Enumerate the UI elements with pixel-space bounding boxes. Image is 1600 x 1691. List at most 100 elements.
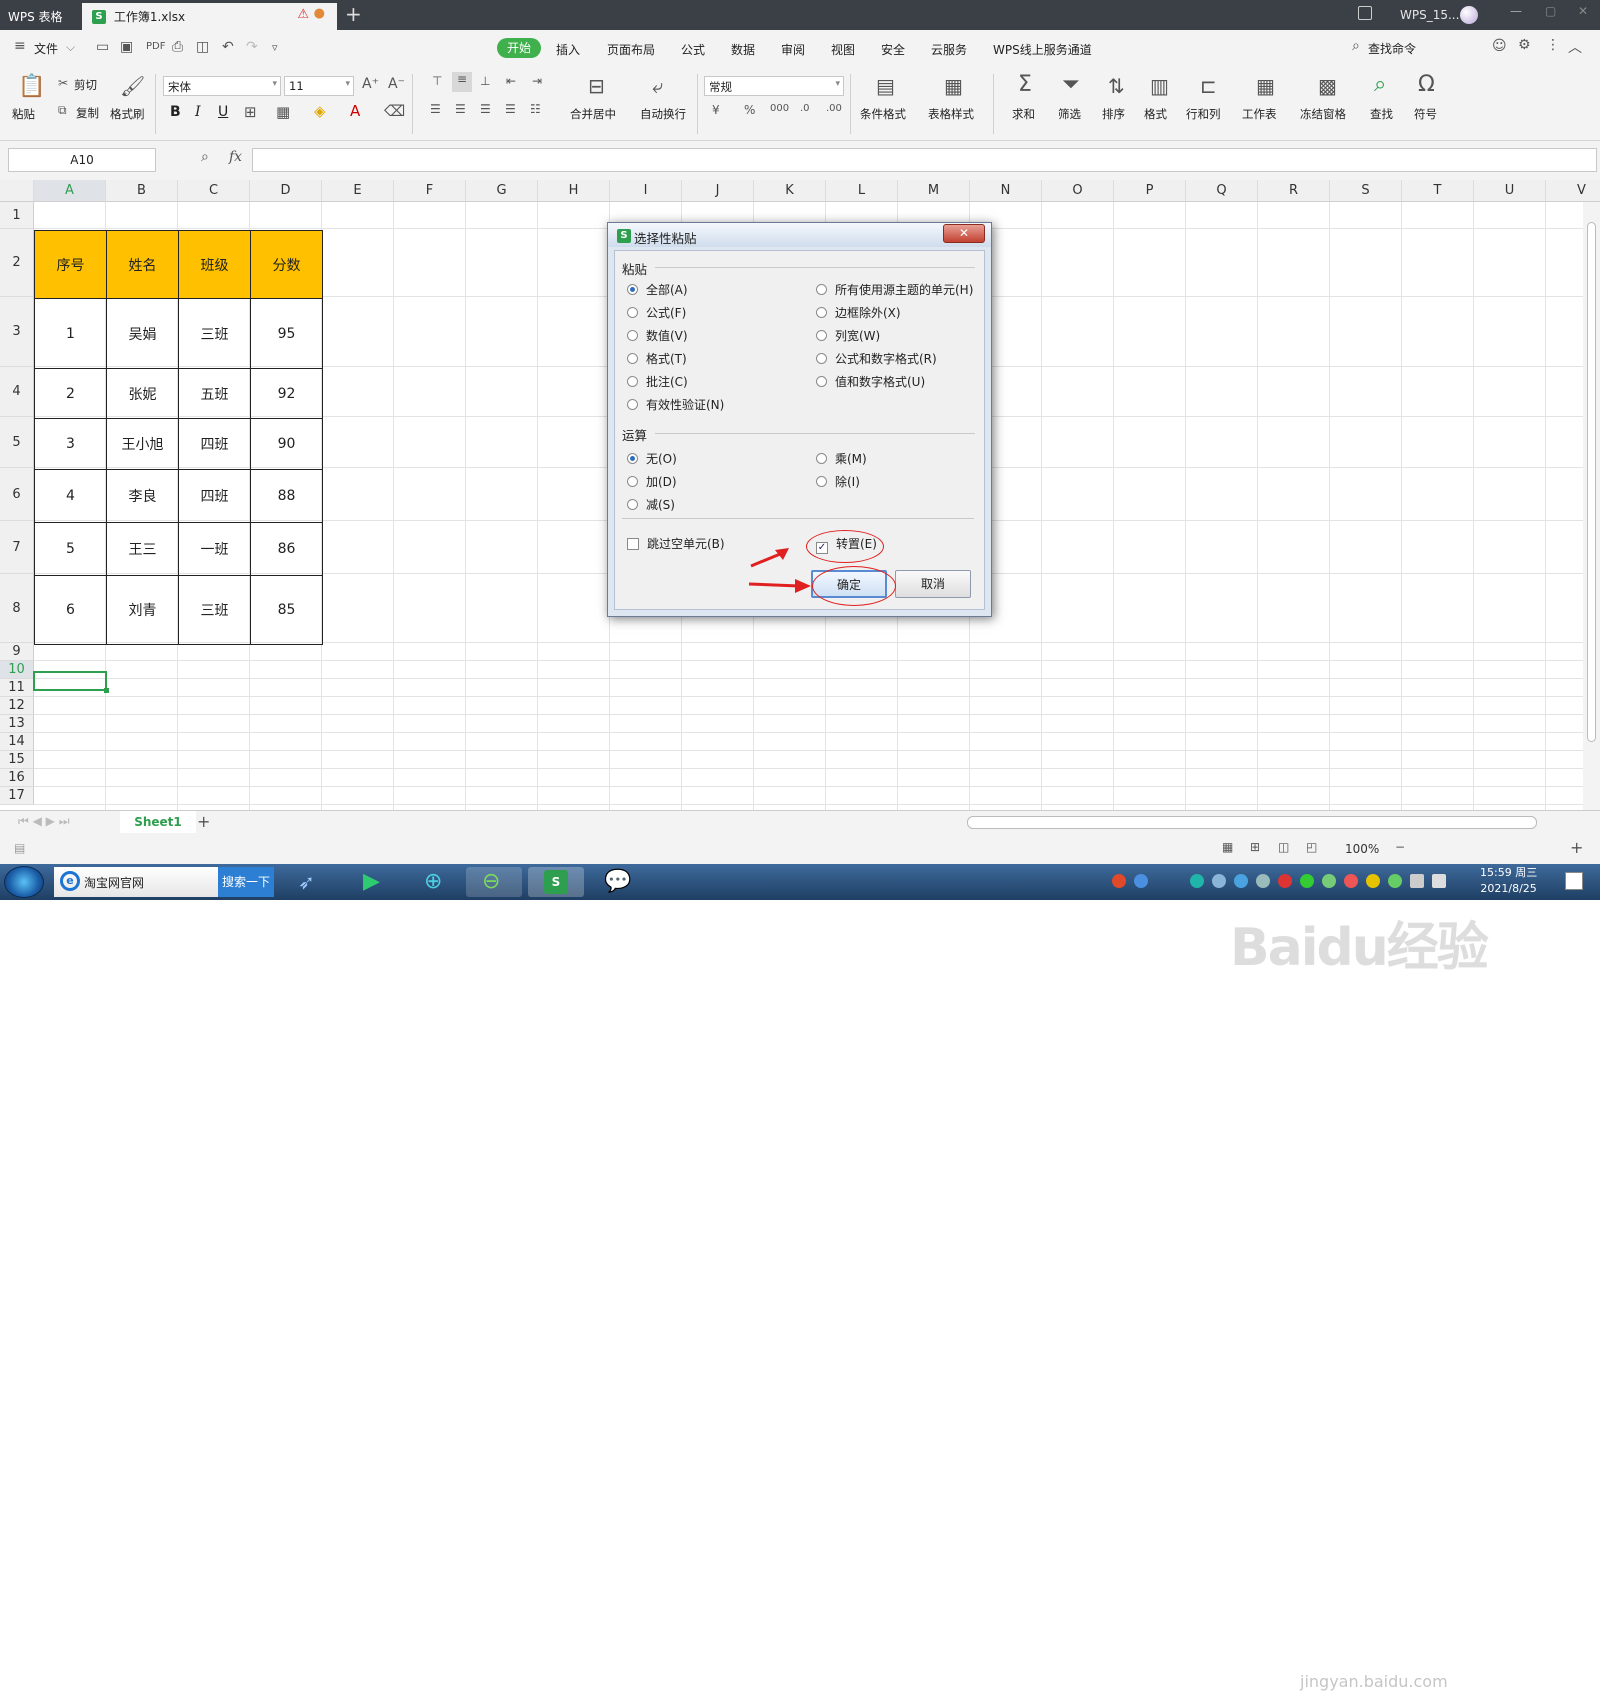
security-tray-icon[interactable] [1278, 874, 1292, 888]
filter-button[interactable]: 筛选 [1058, 106, 1081, 122]
selected-cell[interactable] [33, 671, 109, 693]
fx-icon[interactable]: fx [229, 149, 242, 165]
format-painter-icon[interactable]: 🖌 [120, 74, 145, 98]
vertical-scrollbar[interactable] [1583, 202, 1600, 810]
paste-option-column-width[interactable]: 列宽(W) [816, 327, 880, 344]
sort-icon[interactable]: ⇅ [1108, 74, 1125, 98]
avatar[interactable] [1460, 6, 1478, 24]
indent-decrease-icon[interactable]: ⇤ [506, 74, 516, 88]
notification-icon[interactable] [1565, 872, 1583, 890]
worksheet-icon[interactable]: ▦ [1256, 74, 1275, 98]
symbol-button[interactable]: 符号 [1414, 106, 1437, 122]
browser-app-icon[interactable]: ⊕ [408, 867, 464, 897]
row-header[interactable]: 16 [0, 769, 34, 787]
header-cell[interactable]: 班级 [178, 230, 251, 299]
sogou-tray-icon[interactable] [1112, 874, 1126, 888]
user-name[interactable]: WPS_15... [1400, 8, 1459, 22]
wps-spreadsheet-taskbar-icon[interactable]: S [528, 867, 584, 897]
collapse-ribbon-icon[interactable]: ︿ [1568, 37, 1582, 57]
open-icon[interactable]: ▭ [96, 39, 109, 55]
table-cell[interactable]: 86 [250, 522, 323, 576]
page-break-icon[interactable]: ⊞ [1250, 840, 1260, 854]
column-header[interactable]: M [898, 180, 970, 202]
font-shrink-icon[interactable]: A⁻ [388, 76, 405, 92]
zoom-in-icon[interactable]: + [1570, 838, 1583, 857]
filter-icon[interactable]: ⏷ [1062, 72, 1080, 97]
row-header[interactable]: 3 [0, 297, 34, 367]
search-command[interactable]: 查找命令 [1368, 40, 1416, 57]
column-header[interactable]: F [394, 180, 466, 202]
flag-tray-icon[interactable] [1344, 874, 1358, 888]
horizontal-scrollbar[interactable] [967, 816, 1537, 829]
tab-formula[interactable]: 公式 [681, 41, 705, 58]
paste-option-except-borders[interactable]: 边框除外(X) [816, 304, 901, 321]
display-tray-icon[interactable] [1410, 874, 1424, 888]
bird-app-icon[interactable]: ➶ [282, 867, 338, 897]
header-cell[interactable]: 姓名 [106, 230, 179, 299]
network-tray-icon[interactable] [1256, 874, 1270, 888]
table-cell[interactable]: 2 [34, 368, 107, 419]
column-header[interactable]: T [1402, 180, 1474, 202]
dialog-title-bar[interactable]: S 选择性粘贴 ✕ [608, 223, 991, 247]
table-cell[interactable]: 刘青 [106, 575, 179, 645]
conditional-format-button[interactable]: 条件格式 [860, 106, 906, 122]
table-cell[interactable]: 四班 [178, 418, 251, 470]
table-cell[interactable]: 三班 [178, 298, 251, 369]
merge-center-button[interactable]: 合并居中 [570, 106, 616, 122]
dialog-close-button[interactable]: ✕ [943, 224, 985, 243]
column-header[interactable]: C [178, 180, 250, 202]
redo-icon[interactable]: ↷ [246, 39, 258, 55]
row-header[interactable]: 10 [0, 661, 34, 679]
column-header[interactable]: V [1546, 180, 1600, 202]
freeze-button[interactable]: 冻结窗格 [1300, 106, 1346, 122]
paste-option-formula-number-format[interactable]: 公式和数字格式(R) [816, 350, 937, 367]
table-cell[interactable]: 88 [250, 469, 323, 523]
save-icon[interactable]: ▣ [120, 39, 133, 55]
column-header[interactable]: K [754, 180, 826, 202]
font-name-select[interactable]: 宋体 [163, 76, 281, 96]
cut-button[interactable]: 剪切 [74, 77, 97, 93]
column-header[interactable]: A [34, 180, 106, 202]
table-cell[interactable]: 4 [34, 469, 107, 523]
distribute-icon[interactable]: ☷ [530, 102, 541, 116]
file-menu[interactable]: 文件 [34, 40, 58, 57]
search-button[interactable]: 搜索一下 [218, 867, 274, 897]
column-header[interactable]: S [1330, 180, 1402, 202]
font-size-select[interactable]: 11 [284, 76, 354, 96]
hamburger-icon[interactable]: ≡ [14, 38, 26, 54]
paste-icon[interactable]: 📋 [18, 74, 45, 99]
fill-color-icon[interactable]: ◈ [314, 102, 326, 120]
minimize-button[interactable]: — [1510, 4, 1522, 18]
maximize-button[interactable]: ▢ [1545, 4, 1556, 18]
column-header[interactable]: E [322, 180, 394, 202]
arrow-tray-icon[interactable] [1190, 874, 1204, 888]
wrap-text-icon[interactable]: ⤶ [652, 74, 663, 98]
row-header[interactable]: 14 [0, 733, 34, 751]
column-header[interactable]: I [610, 180, 682, 202]
column-header[interactable]: N [970, 180, 1042, 202]
merge-center-icon[interactable]: ⊟ [588, 74, 605, 98]
border-icon[interactable]: ⊞ [244, 103, 257, 121]
find-button[interactable]: 查找 [1370, 106, 1393, 122]
paste-option-validation[interactable]: 有效性验证(N) [627, 396, 724, 413]
scroll-thumb[interactable] [1587, 222, 1596, 742]
cloud-tray-icon[interactable] [1212, 874, 1226, 888]
wechat-tray-icon[interactable] [1300, 874, 1314, 888]
reading-mode-icon[interactable]: ◰ [1306, 840, 1317, 854]
italic-button[interactable]: I [195, 104, 201, 120]
table-cell[interactable]: 李良 [106, 469, 179, 523]
column-header[interactable]: U [1474, 180, 1546, 202]
symbol-icon[interactable]: Ω [1418, 72, 1435, 97]
freeze-icon[interactable]: ▩ [1318, 74, 1337, 98]
column-header[interactable]: O [1042, 180, 1114, 202]
select-all-corner[interactable] [0, 180, 34, 202]
align-middle-icon[interactable]: ≡ [452, 72, 472, 92]
worksheet-button[interactable]: 工作表 [1242, 106, 1277, 122]
column-header[interactable]: Q [1186, 180, 1258, 202]
header-cell[interactable]: 分数 [250, 230, 323, 299]
operation-divide[interactable]: 除(I) [816, 473, 860, 490]
sort-button[interactable]: 排序 [1102, 106, 1125, 122]
row-header[interactable]: 4 [0, 367, 34, 417]
paste-option-comments[interactable]: 批注(C) [627, 373, 688, 390]
align-center-icon[interactable]: ☰ [455, 102, 466, 116]
